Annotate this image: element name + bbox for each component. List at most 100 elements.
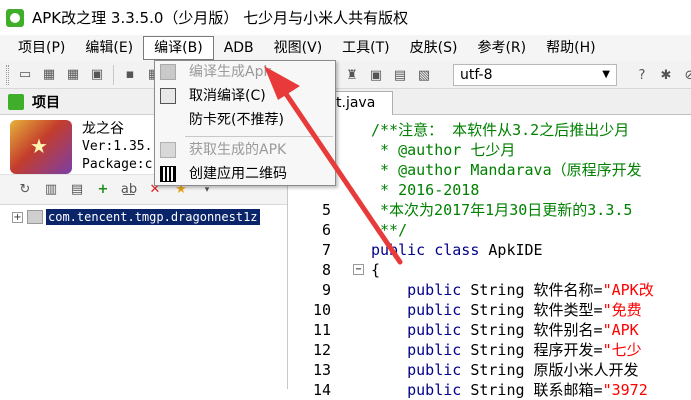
menu-item-create-qr[interactable]: 创建应用二维码 — [155, 163, 335, 185]
project-icon — [8, 93, 24, 110]
menu-item-cancel-build[interactable]: 取消编译(C) — [155, 85, 335, 107]
toolbar-grip[interactable] — [6, 64, 9, 85]
code-token: String 联系邮箱= — [470, 381, 603, 399]
code-line: 11 public String 软件别名="APK — [289, 320, 691, 340]
encoding-value: utf-8 — [460, 67, 493, 83]
code-line: 8 −{ — [289, 260, 691, 280]
menu-skin[interactable]: 皮肤(S) — [400, 36, 468, 60]
code-text: * @author 七少月 — [371, 140, 515, 160]
tab-apkide-java[interactable]: t.java — [333, 91, 393, 115]
menu-edit[interactable]: 编辑(E) — [75, 36, 143, 60]
grid-icon[interactable]: ▦ — [39, 65, 59, 85]
qr-code-icon — [160, 166, 176, 182]
folder-icon[interactable]: ▥ — [40, 180, 62, 200]
open-folder-icon[interactable]: ▭ — [15, 65, 35, 85]
code-line: 14 public String 联系邮箱="3972 — [289, 380, 691, 400]
menu-tools[interactable]: 工具(T) — [332, 36, 399, 60]
code-token: * 2016-2018 — [371, 181, 480, 199]
build-menu-dropdown: 编译生成Apk 取消编译(C) 防卡死(不推荐) 获取生成的APK 创建应用二维… — [154, 60, 336, 186]
code-token: * @author 七少月 — [371, 141, 516, 159]
code-token: public — [371, 361, 471, 379]
image-icon[interactable]: ▣ — [366, 65, 386, 85]
picture-icon[interactable]: ▧ — [414, 65, 434, 85]
app-details: 龙之谷 Ver:1.35. Package:c — [82, 120, 152, 174]
menu-item-build-apk[interactable]: 编译生成Apk — [155, 61, 335, 83]
line-number: 12 — [312, 341, 331, 359]
code-token: public — [371, 281, 471, 299]
toolbar-separator — [113, 64, 114, 85]
code-token: String 原版小米人开发 — [470, 361, 639, 379]
code-text: public String 联系邮箱="3972 — [371, 380, 648, 400]
line-number: 10 — [312, 301, 331, 319]
line-number: 8 — [321, 261, 331, 279]
help-icon[interactable]: ? — [632, 65, 652, 85]
code-token: public — [371, 301, 471, 319]
code-text: { — [371, 260, 380, 280]
code-text: * @author Mandarava（原程序开发 — [371, 160, 642, 180]
menu-bar: 项目(P) 编辑(E) 编译(B) ADB 视图(V) 工具(T) 皮肤(S) … — [0, 35, 691, 61]
fold-toggle-icon[interactable]: − — [353, 264, 364, 275]
find-icon[interactable]: ♜ — [342, 65, 362, 85]
tree-node-label[interactable]: com.tencent.tmgp.dragonnest1z — [46, 209, 260, 225]
bug-icon[interactable]: ✱ — [656, 65, 676, 85]
code-text: public String 软件别名="APK — [371, 320, 648, 340]
line-number: 11 — [312, 321, 331, 339]
code-line: 9 public String 软件名称="APK改 — [289, 280, 691, 300]
menu-adb[interactable]: ADB — [214, 36, 264, 60]
code-token: public class — [371, 241, 489, 259]
menu-separator — [185, 136, 333, 137]
menu-reference[interactable]: 参考(R) — [467, 36, 536, 60]
menu-item-get-apk[interactable]: 获取生成的APK — [155, 139, 335, 161]
menu-item-label: 创建应用二维码 — [189, 166, 287, 182]
grid-icon[interactable]: ▦ — [63, 65, 83, 85]
code-text: * 2016-2018 — [371, 180, 479, 200]
folder-tree-icon[interactable]: ▤ — [66, 180, 88, 200]
stop-icon[interactable]: ⊘ — [680, 65, 691, 85]
encoding-select[interactable]: utf-8 ▼ — [453, 64, 617, 86]
menu-help[interactable]: 帮助(H) — [536, 36, 605, 60]
window-icon[interactable]: ▤ — [390, 65, 410, 85]
project-panel-title: 项目 — [32, 94, 60, 111]
code-editor: t.java /**注意： 本软件从3.2之后推出少月 * @author 七少… — [289, 89, 691, 399]
code-token: { — [371, 261, 381, 279]
refresh-icon[interactable]: ↻ — [14, 180, 36, 200]
menu-item-anti-freeze[interactable]: 防卡死(不推荐) — [155, 109, 335, 131]
code-line: 10 public String 软件类型="免费 — [289, 300, 691, 320]
code-token: /**注意： 本软件从3.2之后推出少月 — [371, 121, 630, 139]
toolbar-group-help: ? ✱ ⊘ — [630, 65, 691, 85]
line-number: 9 — [321, 281, 331, 299]
folder-icon — [27, 210, 43, 224]
code-token: public — [371, 381, 471, 399]
code-token: String 软件别名= — [470, 321, 603, 339]
get-apk-icon — [160, 142, 176, 158]
code-token: **/ — [371, 221, 408, 239]
save-icon[interactable]: ▪ — [120, 65, 140, 85]
code-text: *本次为2017年1月30日更新的3.3.5 — [371, 200, 632, 220]
code-text: public String 原版小米人开发 — [371, 360, 639, 380]
menu-view[interactable]: 视图(V) — [264, 36, 333, 60]
app-logo-icon — [6, 8, 24, 27]
editor-tab-strip: t.java — [289, 89, 691, 115]
line-number: 6 — [321, 221, 331, 239]
code-area[interactable]: /**注意： 本软件从3.2之后推出少月 * @author 七少月 * @au… — [289, 116, 691, 399]
window-icon[interactable]: ▣ — [87, 65, 107, 85]
menu-item-label: 编译生成Apk — [189, 64, 272, 80]
add-icon[interactable]: + — [92, 180, 114, 200]
line-number: 7 — [321, 241, 331, 259]
menu-build[interactable]: 编译(B) — [143, 36, 214, 60]
code-token: "APK改 — [602, 281, 654, 299]
menu-project[interactable]: 项目(P) — [8, 36, 75, 60]
rename-icon[interactable]: a͟b — [118, 180, 140, 200]
main-toolbar: ▭ ▦ ▦ ▣ ▪ ▦ ♜ ▣ ▤ ▧ utf-8 ▼ ? ✱ ⊘ — [0, 61, 691, 89]
code-text: public class ApkIDE — [371, 240, 543, 260]
tree-expand-toggle[interactable]: + — [12, 211, 23, 223]
app-version: Ver:1.35. — [82, 139, 153, 154]
line-number: 5 — [321, 201, 331, 219]
code-line: 7 public class ApkIDE — [289, 240, 691, 260]
app-name: 龙之谷 — [82, 121, 124, 137]
cancel-build-icon — [160, 88, 176, 104]
code-token: String 软件名称= — [470, 281, 603, 299]
code-line: 12 public String 程序开发="七少 — [289, 340, 691, 360]
code-line: * @author Mandarava（原程序开发 — [289, 160, 691, 180]
code-token: public — [371, 321, 471, 339]
